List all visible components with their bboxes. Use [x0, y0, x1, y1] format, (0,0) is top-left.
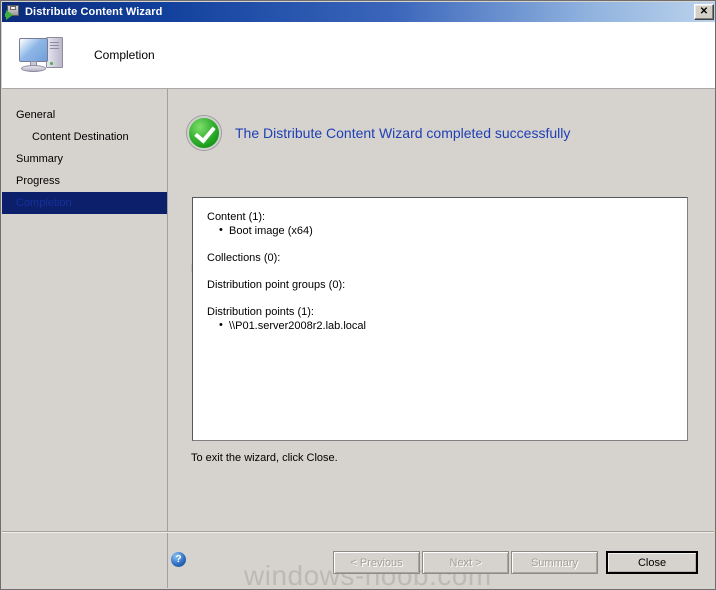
distribute-content-icon [5, 4, 21, 20]
summary-button[interactable]: Summary [511, 551, 598, 574]
success-message: The Distribute Content Wizard completed … [235, 125, 571, 141]
next-button[interactable]: Next > [422, 551, 509, 574]
wizard-step-nav: General Content Destination Summary Prog… [2, 89, 168, 588]
close-button[interactable]: Close [606, 551, 698, 574]
details-heading: Distribution points (1): [207, 306, 314, 318]
success-banner: The Distribute Content Wizard completed … [187, 116, 570, 150]
sidebar-item-summary[interactable]: Summary [2, 148, 167, 170]
close-icon[interactable]: ✕ [694, 4, 714, 20]
details-group-distribution-points: Distribution points (1): \\P01.server200… [207, 305, 677, 333]
page-title: Completion [94, 48, 155, 62]
wizard-header: Completion [2, 22, 715, 89]
computer-icon [16, 31, 72, 79]
details-textbox[interactable]: Content (1): Boot image (x64) Collection… [192, 197, 688, 441]
details-group-content: Content (1): Boot image (x64) [207, 210, 677, 238]
sidebar-item-content-destination[interactable]: Content Destination [2, 126, 167, 148]
footer-divider [2, 531, 714, 533]
details-heading: Distribution point groups (0): [207, 279, 346, 291]
sidebar-item-general[interactable]: General [2, 104, 167, 126]
exit-hint: To exit the wizard, click Close. [191, 452, 338, 464]
previous-button[interactable]: < Previous [333, 551, 420, 574]
details-group-collections: Collections (0): [207, 251, 677, 265]
success-check-icon [187, 116, 221, 150]
details-group-dp-groups: Distribution point groups (0): [207, 278, 677, 292]
list-item: \\P01.server2008r2.lab.local [219, 318, 677, 333]
details-heading: Content (1): [207, 211, 266, 223]
help-icon[interactable]: ? [171, 552, 186, 567]
details-heading: Collections (0): [207, 252, 281, 264]
distribute-content-wizard-window: Distribute Content Wizard ✕ Completion G… [0, 0, 716, 590]
sidebar-item-progress[interactable]: Progress [2, 170, 167, 192]
details-item-list: Boot image (x64) [207, 223, 677, 238]
details-item-list: \\P01.server2008r2.lab.local [207, 318, 677, 333]
window-title: Distribute Content Wizard [25, 6, 163, 18]
sidebar-item-completion[interactable]: Completion [2, 192, 167, 214]
list-item: Boot image (x64) [219, 223, 677, 238]
title-bar: Distribute Content Wizard ✕ [2, 2, 715, 22]
wizard-content-pane: The Distribute Content Wizard completed … [169, 89, 714, 588]
